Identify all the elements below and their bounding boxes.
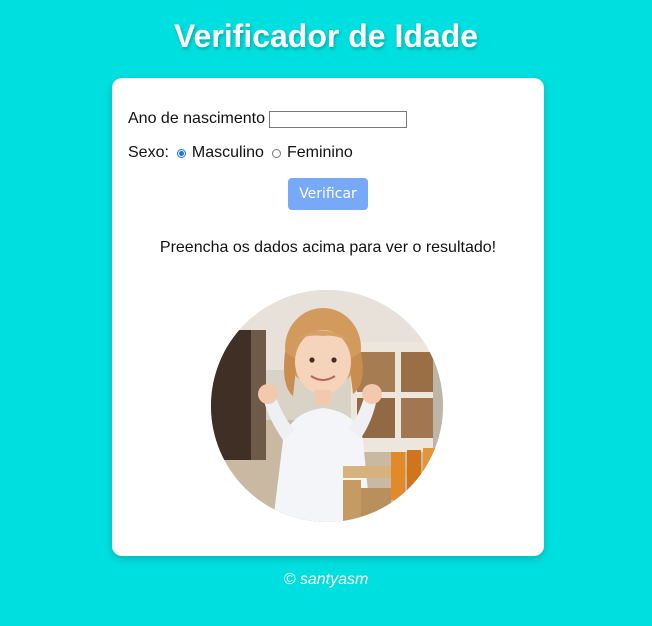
sex-label: Sexo: [128, 144, 169, 161]
child-photo [211, 290, 443, 522]
page-title: Verificador de Idade [173, 18, 479, 54]
footer-credit: © santyasm [283, 571, 369, 588]
female-radio-label[interactable]: Feminino [287, 144, 353, 162]
child-photo-image [211, 290, 443, 522]
result-message: Preencha os dados acima para ver o resul… [159, 239, 497, 256]
male-radio[interactable] [176, 148, 186, 158]
verify-button[interactable]: Verificar [288, 178, 368, 210]
male-radio-label[interactable]: Masculino [192, 144, 264, 162]
birth-year-row: Ano de nascimento [128, 109, 407, 129]
verifier-card: Ano de nascimento Sexo: Masculino Femini… [112, 78, 544, 556]
birth-year-label: Ano de nascimento [128, 110, 265, 127]
female-radio[interactable] [271, 148, 281, 158]
sex-row: Sexo: Masculino Feminino [128, 143, 353, 163]
birth-year-input[interactable] [268, 110, 407, 128]
